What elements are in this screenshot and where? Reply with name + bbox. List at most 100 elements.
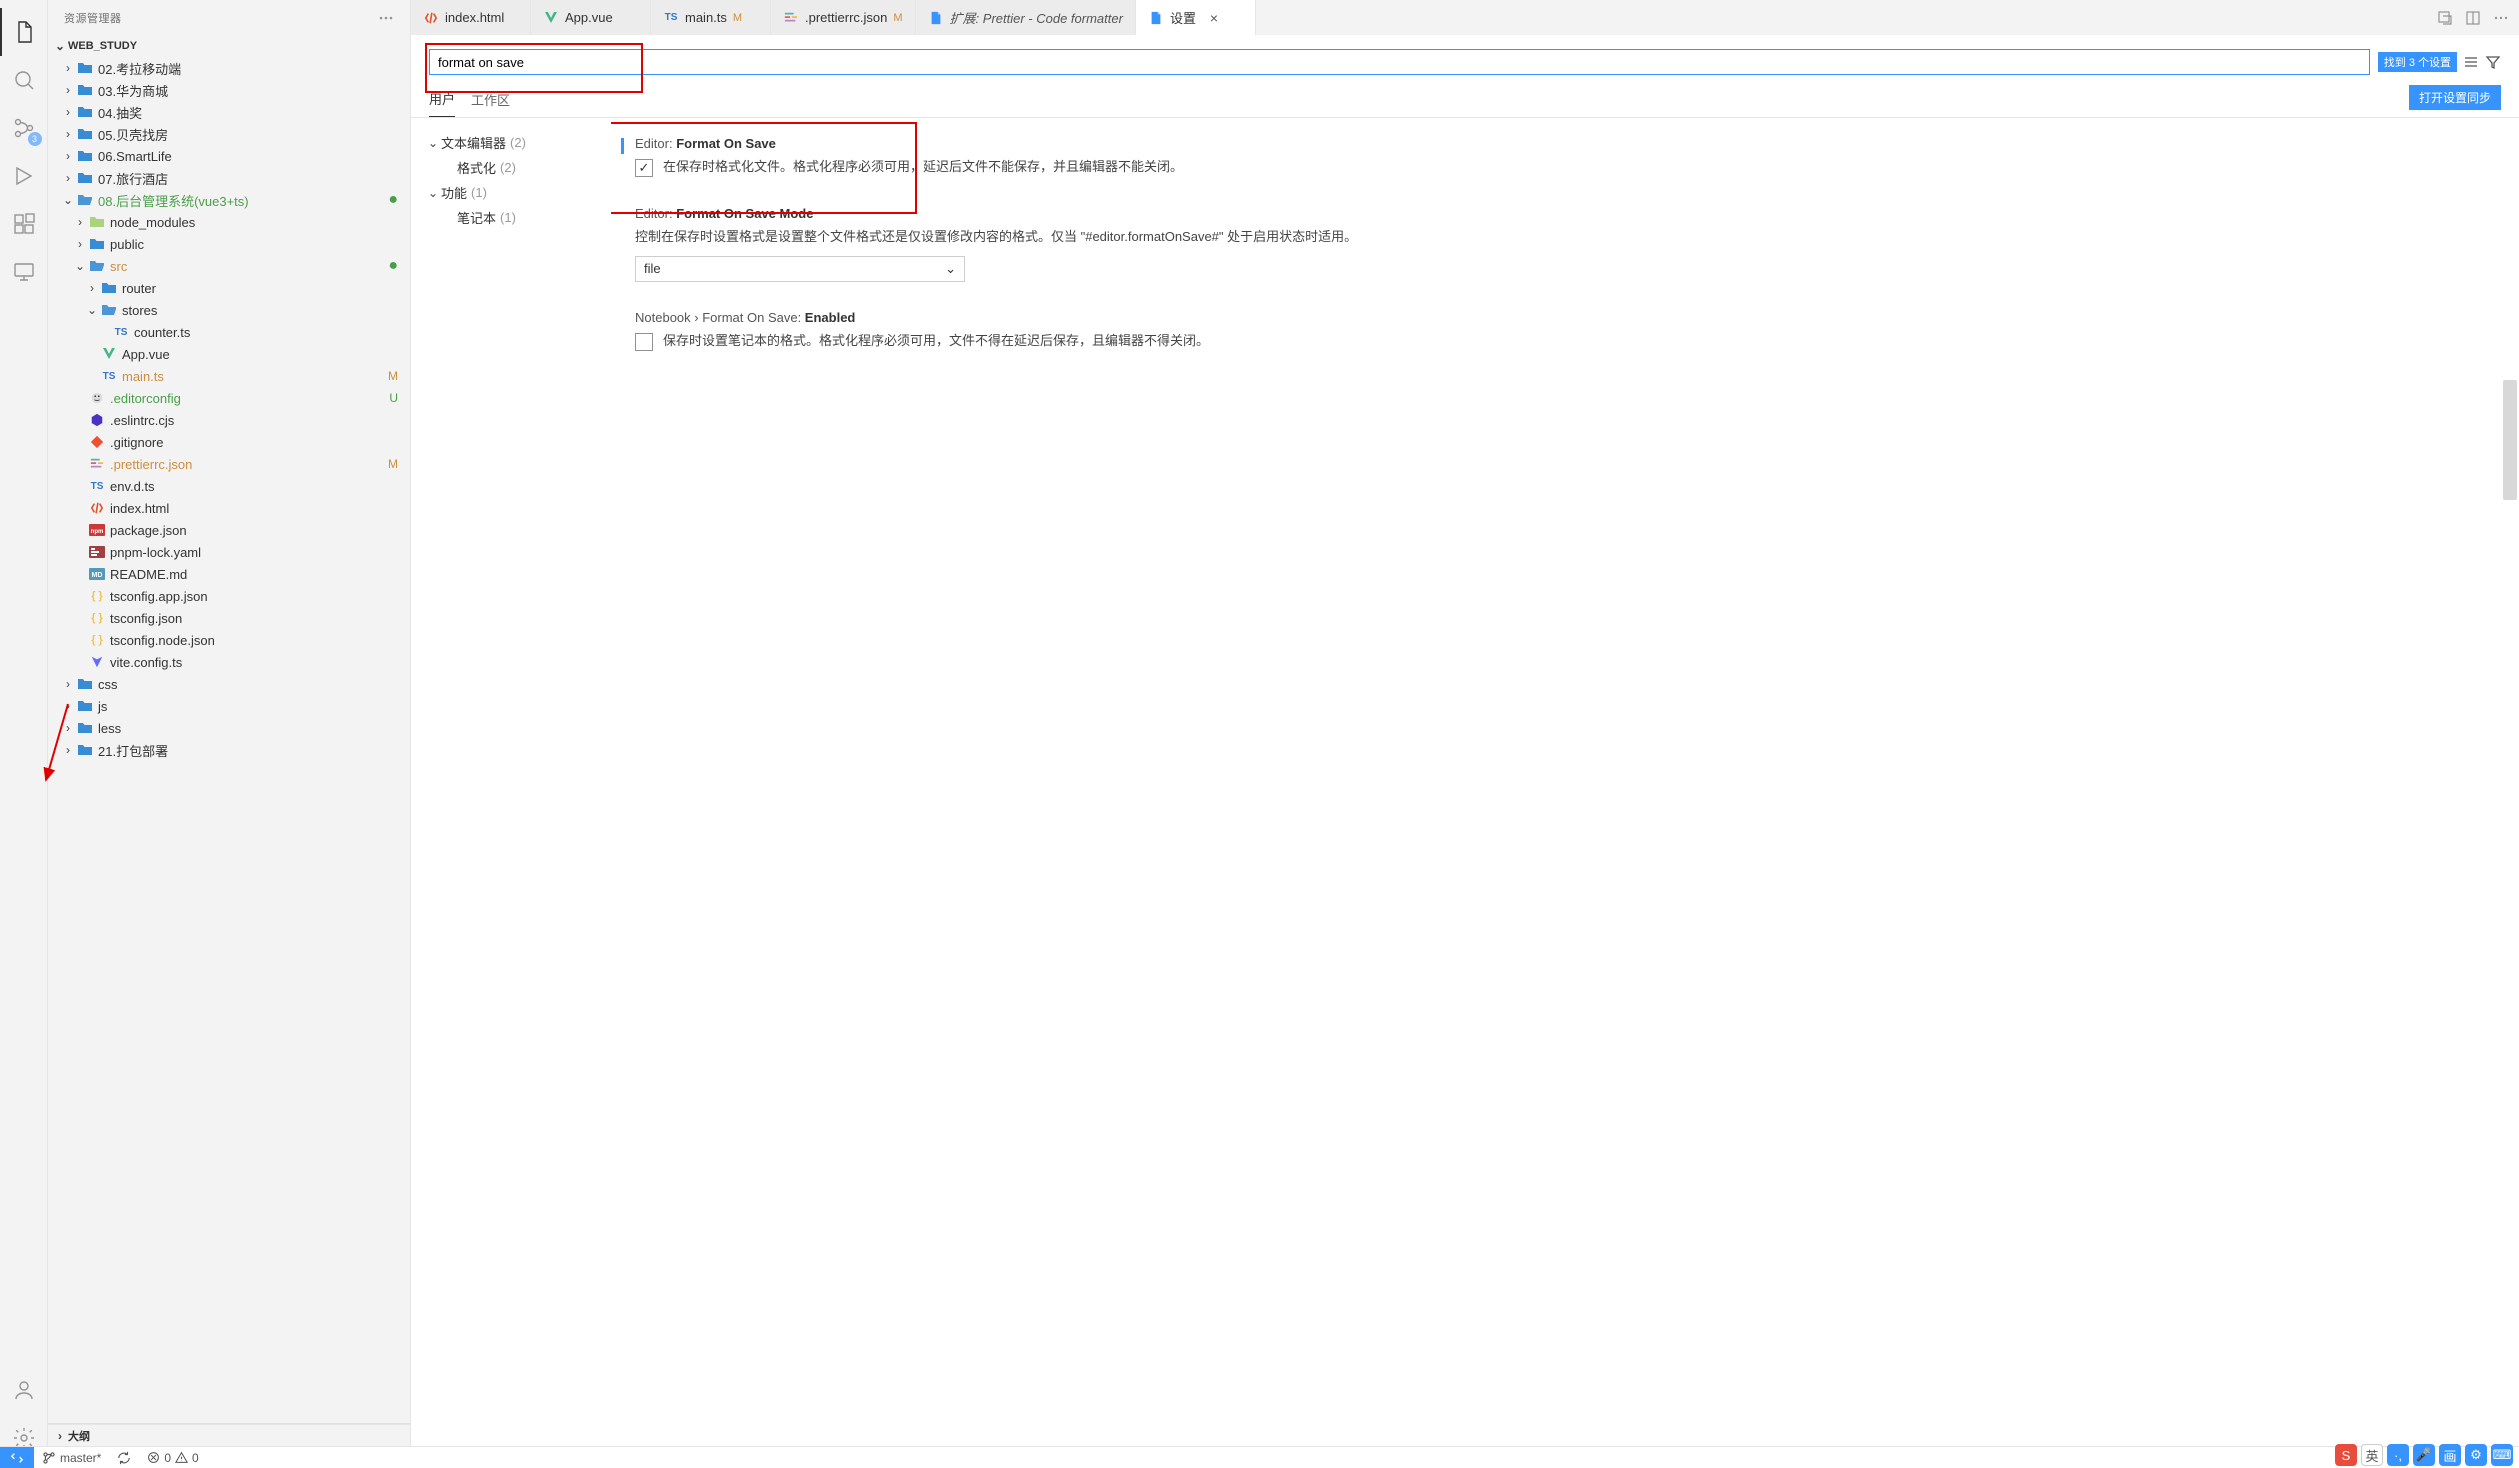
toc-formatting[interactable]: 格式化 (2) bbox=[421, 155, 601, 180]
tree-label: tsconfig.node.json bbox=[110, 633, 398, 648]
json-icon: { } bbox=[88, 609, 106, 627]
git-branch-indicator[interactable]: master* bbox=[34, 1451, 109, 1465]
editor-tab[interactable]: .prettierrc.jsonM bbox=[771, 0, 916, 35]
toc-features[interactable]: ⌄ 功能 (1) bbox=[421, 180, 601, 205]
format-on-save-mode-select[interactable]: file ⌄ bbox=[635, 256, 965, 282]
extensions-icon[interactable] bbox=[0, 200, 48, 248]
ime-icon-tool[interactable]: ⚙ bbox=[2465, 1444, 2487, 1466]
ime-icon-punct[interactable]: ·, bbox=[2387, 1444, 2409, 1466]
close-tab-icon[interactable]: × bbox=[1206, 10, 1222, 26]
ime-icon-mic[interactable]: 🎤 bbox=[2413, 1444, 2435, 1466]
tree-row[interactable]: ⌄08.后台管理系统(vue3+ts)● bbox=[48, 189, 410, 211]
tree-row[interactable]: App.vue bbox=[48, 343, 410, 365]
chevron-down-icon: ⌄ bbox=[425, 136, 441, 150]
editor-area: index.htmlApp.vueTSmain.tsM.prettierrc.j… bbox=[411, 0, 2519, 1468]
editor-tab[interactable]: App.vue bbox=[531, 0, 651, 35]
git-status-badge: ● bbox=[380, 257, 398, 275]
open-settings-sync-button[interactable]: 打开设置同步 bbox=[2409, 85, 2501, 110]
tree-row[interactable]: ›router bbox=[48, 277, 410, 299]
tree-row[interactable]: pnpm-lock.yaml bbox=[48, 541, 410, 563]
chevron-right-icon: › bbox=[60, 83, 76, 97]
tree-label: index.html bbox=[110, 501, 398, 516]
more-actions-icon[interactable] bbox=[2493, 10, 2509, 26]
settings-editor: 找到 3 个设置 用户 工作区 打开设置同步 ⌄ 文本编辑器 (2) bbox=[411, 35, 2519, 1468]
settings-search-input[interactable] bbox=[429, 49, 2370, 75]
explorer-more-icon[interactable] bbox=[378, 10, 394, 26]
tree-row[interactable]: ›js bbox=[48, 695, 410, 717]
tree-row[interactable]: ›less bbox=[48, 717, 410, 739]
scm-icon[interactable]: 3 bbox=[0, 104, 48, 152]
tree-row[interactable]: ›node_modules bbox=[48, 211, 410, 233]
editor-tab[interactable]: TSmain.tsM bbox=[651, 0, 771, 35]
scope-tab-workspace[interactable]: 工作区 bbox=[471, 84, 510, 117]
ime-icon-lang[interactable]: 英 bbox=[2361, 1444, 2383, 1466]
tree-row[interactable]: ›07.旅行酒店 bbox=[48, 167, 410, 189]
tab-label: main.ts bbox=[685, 10, 727, 25]
tree-row[interactable]: MDREADME.md bbox=[48, 563, 410, 585]
outline-section[interactable]: › 大纲 bbox=[48, 1424, 410, 1446]
tree-row[interactable]: .prettierrc.jsonM bbox=[48, 453, 410, 475]
search-icon[interactable] bbox=[0, 56, 48, 104]
chevron-down-icon: ⌄ bbox=[52, 39, 68, 53]
tree-row[interactable]: TSmain.tsM bbox=[48, 365, 410, 387]
editor-tab[interactable]: 设置× bbox=[1136, 0, 1256, 35]
tree-label: css bbox=[98, 677, 398, 692]
tree-row[interactable]: { }tsconfig.node.json bbox=[48, 629, 410, 651]
filter-icon[interactable] bbox=[2485, 54, 2501, 70]
tree-row[interactable]: TSenv.d.ts bbox=[48, 475, 410, 497]
tree-row[interactable]: .editorconfigU bbox=[48, 387, 410, 409]
chevron-right-icon: › bbox=[60, 149, 76, 163]
explorer-icon[interactable] bbox=[0, 8, 48, 56]
tab-bar-actions bbox=[2427, 0, 2519, 35]
file-tree[interactable]: ›02.考拉移动端›03.华为商城›04.抽奖›05.贝壳找房›06.Smart… bbox=[48, 57, 410, 1423]
problems-indicator[interactable]: 0 0 bbox=[139, 1451, 206, 1465]
ime-icon-skin[interactable]: 画 bbox=[2439, 1444, 2461, 1466]
tree-label: stores bbox=[122, 303, 398, 318]
notebook-format-on-save-checkbox[interactable] bbox=[635, 333, 653, 351]
split-editor-icon[interactable] bbox=[2465, 10, 2481, 26]
tree-row[interactable]: .eslintrc.cjs bbox=[48, 409, 410, 431]
tree-label: 04.抽奖 bbox=[98, 103, 398, 122]
tree-row[interactable]: ›21.打包部署 bbox=[48, 739, 410, 761]
remote-indicator[interactable] bbox=[0, 1447, 34, 1468]
tree-row[interactable]: ›03.华为商城 bbox=[48, 79, 410, 101]
folder-icon bbox=[76, 719, 94, 737]
open-changes-icon[interactable] bbox=[2437, 10, 2453, 26]
tree-row[interactable]: ›02.考拉移动端 bbox=[48, 57, 410, 79]
ime-icon-kbd[interactable]: ⌨ bbox=[2491, 1444, 2513, 1466]
tree-row[interactable]: .gitignore bbox=[48, 431, 410, 453]
toc-notebook[interactable]: 笔记本 (1) bbox=[421, 205, 601, 230]
prettier-icon bbox=[783, 10, 799, 26]
run-debug-icon[interactable] bbox=[0, 152, 48, 200]
tree-row[interactable]: ›public bbox=[48, 233, 410, 255]
tree-row[interactable]: ›06.SmartLife bbox=[48, 145, 410, 167]
sync-indicator[interactable] bbox=[109, 1451, 139, 1465]
vite-icon bbox=[88, 653, 106, 671]
folder-icon bbox=[76, 59, 94, 77]
workspace-header[interactable]: ⌄ WEB_STUDY bbox=[48, 35, 410, 57]
editor-tab[interactable]: index.html bbox=[411, 0, 531, 35]
tree-row[interactable]: ⌄src● bbox=[48, 255, 410, 277]
ime-icon-s[interactable]: S bbox=[2335, 1444, 2357, 1466]
tree-row[interactable]: ›05.贝壳找房 bbox=[48, 123, 410, 145]
toc-text-editor[interactable]: ⌄ 文本编辑器 (2) bbox=[421, 130, 601, 155]
folder-icon bbox=[100, 279, 118, 297]
tree-row[interactable]: ›css bbox=[48, 673, 410, 695]
tree-row[interactable]: ›04.抽奖 bbox=[48, 101, 410, 123]
tree-row[interactable]: vite.config.ts bbox=[48, 651, 410, 673]
tree-row[interactable]: { }tsconfig.app.json bbox=[48, 585, 410, 607]
remote-explorer-icon[interactable] bbox=[0, 248, 48, 296]
tree-row[interactable]: TScounter.ts bbox=[48, 321, 410, 343]
folder-icon bbox=[76, 81, 94, 99]
tree-row[interactable]: index.html bbox=[48, 497, 410, 519]
editor-tab[interactable]: 扩展: Prettier - Code formatter bbox=[916, 0, 1136, 35]
tree-row[interactable]: npmpackage.json bbox=[48, 519, 410, 541]
scrollbar-thumb[interactable] bbox=[2503, 380, 2517, 500]
tree-row[interactable]: ⌄stores bbox=[48, 299, 410, 321]
tree-row[interactable]: { }tsconfig.json bbox=[48, 607, 410, 629]
clear-search-icon[interactable] bbox=[2463, 54, 2479, 70]
scope-tab-user[interactable]: 用户 bbox=[429, 83, 455, 117]
format-on-save-checkbox[interactable] bbox=[635, 159, 653, 177]
account-icon[interactable] bbox=[0, 1366, 48, 1414]
tab-label: 扩展: Prettier - Code formatter bbox=[950, 8, 1123, 27]
